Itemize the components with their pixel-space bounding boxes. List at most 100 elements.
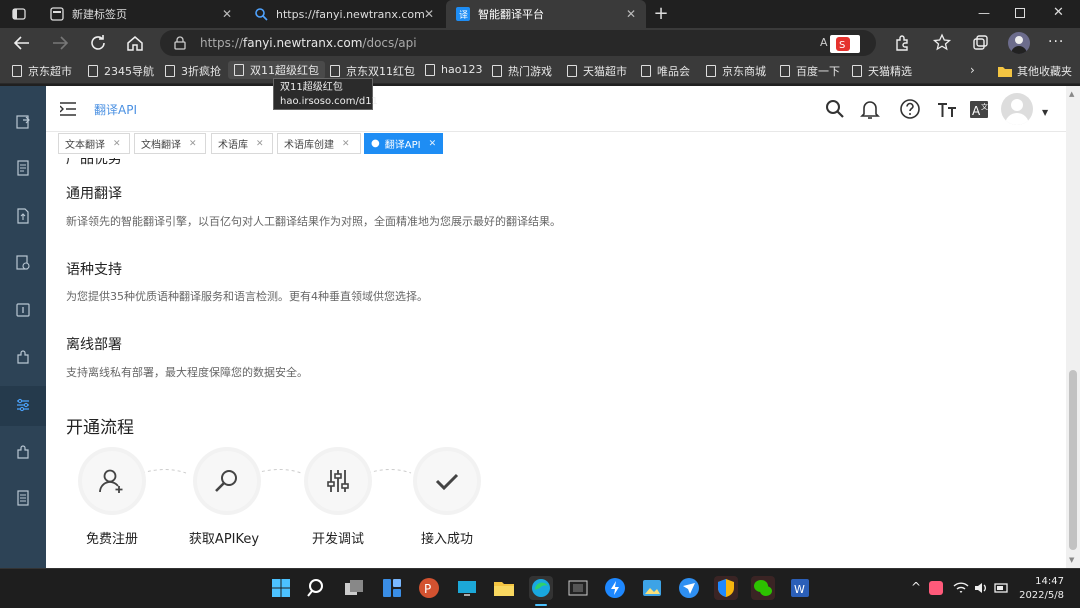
video-editor-icon[interactable] — [566, 576, 590, 600]
bookmark-item[interactable]: 百度一下 — [780, 63, 840, 79]
page-tab-glossary-create[interactable]: 术语库创建 ✕ — [277, 133, 361, 154]
browser-tab-search[interactable]: https://fanyi.newtranx.com - 搜索 ✕ — [244, 0, 444, 28]
sidebar-api-settings-icon[interactable] — [15, 397, 31, 413]
battery-icon[interactable] — [994, 581, 1010, 595]
close-icon[interactable]: ✕ — [256, 139, 264, 149]
more-menu-icon[interactable]: ··· — [1048, 34, 1066, 50]
thunder-download-icon[interactable] — [603, 576, 627, 600]
close-icon[interactable]: ✕ — [189, 139, 197, 149]
close-icon[interactable]: ✕ — [342, 139, 350, 149]
step-success[interactable] — [417, 451, 477, 511]
tray-chevron-up-icon[interactable]: ^ — [911, 580, 921, 594]
sidebar-document-icon[interactable] — [15, 160, 31, 176]
sidebar-notes-icon[interactable] — [15, 490, 31, 506]
close-icon[interactable]: ✕ — [422, 7, 436, 21]
browser-tab-new[interactable]: 新建标签页 ✕ — [40, 0, 242, 28]
svg-text:文: 文 — [981, 102, 988, 111]
address-bar[interactable]: https://fanyi.newtranx.com/docs/api A S — [160, 30, 876, 56]
step-register[interactable] — [82, 451, 142, 511]
sidebar-glossary-icon[interactable] — [15, 302, 31, 318]
wifi-icon[interactable] — [953, 581, 969, 595]
favorites-star-icon[interactable] — [932, 33, 952, 53]
user-avatar[interactable] — [1001, 93, 1033, 125]
home-icon[interactable] — [125, 33, 145, 53]
tray-app-icon[interactable] — [929, 581, 943, 595]
monitor-app-icon[interactable] — [455, 576, 479, 600]
search-icon[interactable] — [824, 98, 846, 120]
bookmark-label: 3折疯抢 — [181, 65, 221, 78]
feishu-icon[interactable] — [677, 576, 701, 600]
browser-tab-active[interactable]: 译 智能翻译平台 ✕ — [446, 0, 646, 28]
bookmark-item[interactable]: 2345导航 — [88, 63, 154, 79]
taskbar-search-icon[interactable] — [305, 576, 329, 600]
chevron-down-icon[interactable]: ▼ — [1042, 108, 1048, 117]
page-tab-glossary[interactable]: 术语库 ✕ — [211, 133, 273, 154]
page-tab-label: 翻译API — [384, 140, 421, 151]
powerpoint-icon[interactable]: P — [417, 576, 441, 600]
bookmark-item[interactable]: 天猫超市 — [567, 63, 627, 79]
bookmark-item[interactable]: 京东双11红包 — [330, 63, 415, 79]
scrollbar-thumb[interactable] — [1069, 370, 1077, 550]
security-shield-icon[interactable] — [714, 576, 738, 600]
bookmark-item[interactable]: 京东超市 — [12, 63, 72, 79]
new-tab-button[interactable]: + — [652, 5, 670, 23]
bookmark-item[interactable]: 热门游戏 — [492, 63, 552, 79]
word-icon[interactable]: W — [788, 576, 812, 600]
other-bookmarks-folder[interactable]: 其他收藏夹 — [998, 63, 1072, 79]
close-icon[interactable]: ✕ — [624, 7, 638, 21]
sidebar-file-settings-icon[interactable] — [15, 255, 31, 271]
collapse-menu-icon[interactable] — [60, 102, 76, 116]
page-tab-text-translate[interactable]: 文本翻译 ✕ — [58, 133, 130, 154]
step-get-apikey[interactable] — [197, 451, 257, 511]
bookmark-item[interactable]: 3折疯抢 — [165, 63, 221, 79]
feature-title: 离线部署 — [66, 337, 122, 353]
extension-sogou-icon[interactable]: S — [830, 35, 860, 53]
taskbar-clock[interactable]: 14:47 2022/5/8 — [1019, 575, 1064, 603]
close-icon[interactable]: ✕ — [113, 139, 121, 149]
volume-icon[interactable] — [973, 581, 989, 595]
forward-arrow-icon[interactable] — [50, 33, 70, 53]
wechat-icon[interactable] — [751, 576, 775, 600]
breadcrumb[interactable]: 翻译API — [94, 101, 137, 118]
sidebar-file-upload-icon[interactable] — [15, 208, 31, 224]
bookmark-item[interactable]: 唯品会 — [641, 63, 690, 79]
bookmark-item[interactable]: 双11超级红包 — [228, 61, 325, 79]
bookmark-item[interactable]: hao123 — [425, 63, 482, 76]
bookmark-item[interactable]: 天猫精选 — [852, 63, 912, 79]
minimize-button[interactable]: — — [978, 6, 992, 20]
edge-browser-icon[interactable] — [529, 576, 553, 600]
tab-title: 智能翻译平台 — [478, 8, 544, 21]
bookmark-label: 唯品会 — [657, 65, 690, 78]
bell-icon[interactable] — [859, 98, 881, 120]
translate-language-icon[interactable]: A文 — [968, 98, 990, 120]
sidebar-plugin-icon[interactable] — [15, 444, 31, 460]
page-tab-doc-translate[interactable]: 文档翻译 ✕ — [134, 133, 206, 154]
help-icon[interactable] — [899, 98, 921, 120]
page-tab-api[interactable]: ● 翻译API ✕ — [364, 133, 443, 154]
close-window-button[interactable]: ✕ — [1053, 5, 1067, 20]
close-icon[interactable]: ✕ — [220, 7, 234, 21]
tab-actions-icon[interactable] — [12, 7, 26, 21]
windows-start-icon[interactable] — [269, 576, 293, 600]
file-explorer-icon[interactable] — [492, 576, 516, 600]
vertical-scrollbar[interactable]: ▲ ▼ — [1066, 86, 1080, 568]
refresh-icon[interactable] — [88, 33, 108, 53]
back-arrow-icon[interactable] — [12, 33, 32, 53]
scroll-up-arrow-icon[interactable]: ▲ — [1069, 90, 1074, 98]
extensions-puzzle-icon[interactable] — [892, 33, 912, 53]
task-view-icon[interactable] — [342, 576, 366, 600]
profile-avatar[interactable] — [1008, 32, 1030, 54]
font-size-icon[interactable] — [936, 98, 958, 120]
maximize-button[interactable] — [1015, 8, 1025, 18]
bookmark-item[interactable]: 京东商城 — [706, 63, 766, 79]
close-icon[interactable]: ✕ — [429, 139, 437, 149]
scroll-down-arrow-icon[interactable]: ▼ — [1069, 556, 1074, 564]
bookmarks-overflow-chevron-icon[interactable]: › — [970, 63, 975, 77]
sidebar-puzzle-icon[interactable] — [15, 349, 31, 365]
collections-icon[interactable] — [970, 33, 990, 53]
photos-icon[interactable] — [640, 576, 664, 600]
url-text: https://fanyi.newtranx.com/docs/api — [200, 36, 417, 50]
widgets-icon[interactable] — [380, 576, 404, 600]
sidebar-import-icon[interactable] — [15, 114, 31, 130]
step-dev-debug[interactable] — [308, 451, 368, 511]
